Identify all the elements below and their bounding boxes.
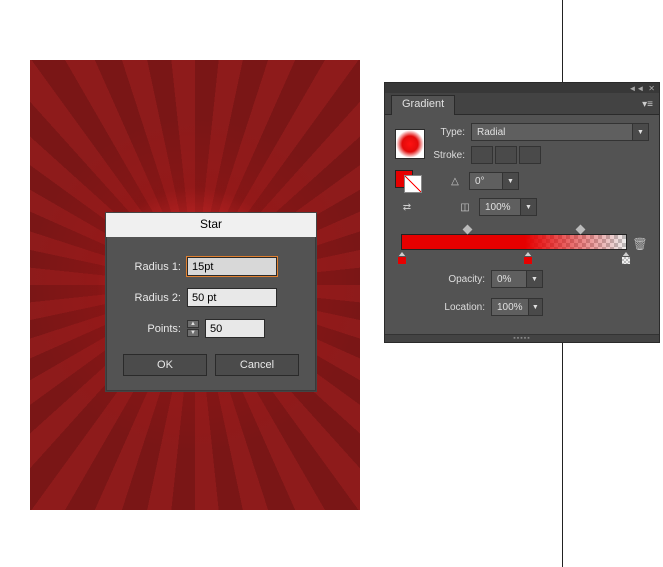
panel-body: Type: Radial ▼ Stroke:	[385, 115, 659, 334]
stroke-label: Stroke:	[431, 150, 465, 161]
stroke-along-button[interactable]	[495, 146, 517, 164]
resize-grip[interactable]: ▪▪▪▪▪	[385, 334, 659, 342]
gradient-panel: ◄◄ ✕ Gradient ▾≡ Type: Radial ▼ Stroke:	[384, 82, 660, 343]
radius2-label: Radius 2:	[123, 292, 181, 304]
location-value: 100%	[492, 302, 528, 313]
angle-value: 0°	[470, 176, 502, 187]
gradient-bar[interactable]	[401, 234, 627, 250]
stop-fields: Opacity: 0% ▼ Location: 100% ▼	[395, 270, 649, 322]
panel-control-strip: ◄◄ ✕	[385, 83, 659, 93]
opacity-value: 0%	[492, 274, 526, 285]
dialog-buttons: OK Cancel	[123, 354, 299, 376]
aspect-dropdown[interactable]: 100% ▼	[479, 198, 537, 216]
ok-button[interactable]: OK	[123, 354, 207, 376]
midpoint-diamond[interactable]	[463, 225, 473, 235]
points-row: Points: ▲ ▼	[123, 319, 299, 338]
gradient-stops	[401, 252, 627, 264]
color-stop[interactable]	[523, 252, 533, 264]
opacity-dropdown[interactable]: 0% ▼	[491, 270, 543, 288]
chevron-down-icon[interactable]: ▼	[632, 124, 648, 140]
radius2-row: Radius 2:	[123, 288, 299, 307]
fill-stroke-swatch[interactable]	[395, 170, 421, 192]
type-row: Type: Radial ▼ Stroke:	[395, 123, 649, 164]
color-stop[interactable]	[397, 252, 407, 264]
radius2-input[interactable]	[187, 288, 277, 307]
panel-tabbar: Gradient ▾≡	[385, 93, 659, 115]
location-dropdown[interactable]: 100% ▼	[491, 298, 543, 316]
gradient-slider[interactable]: 🗑	[395, 224, 649, 264]
angle-icon: △	[447, 173, 463, 189]
chevron-down-icon[interactable]: ▼	[526, 271, 542, 287]
artboard: Star Radius 1: Radius 2: Points: ▲ ▼ OK	[30, 60, 360, 510]
type-label: Type:	[431, 127, 465, 138]
points-input[interactable]	[205, 319, 265, 338]
stepper-down-icon[interactable]: ▼	[187, 329, 199, 337]
color-stop[interactable]	[621, 252, 631, 264]
reverse-icon[interactable]: ⇄	[399, 199, 415, 215]
stroke-across-button[interactable]	[519, 146, 541, 164]
stroke-within-button[interactable]	[471, 146, 493, 164]
dialog-title: Star	[106, 213, 316, 237]
gradient-midpoints	[401, 226, 627, 234]
collapse-icon[interactable]: ◄◄	[628, 84, 644, 93]
stroke-buttons	[471, 146, 541, 164]
location-label: Location:	[435, 302, 485, 313]
star-dialog: Star Radius 1: Radius 2: Points: ▲ ▼ OK	[106, 213, 316, 391]
trash-icon[interactable]: 🗑	[633, 236, 647, 252]
dialog-body: Radius 1: Radius 2: Points: ▲ ▼ OK Cance…	[106, 237, 316, 391]
stepper-up-icon[interactable]: ▲	[187, 320, 199, 328]
aspect-value: 100%	[480, 202, 520, 213]
gradient-tab[interactable]: Gradient	[391, 95, 455, 115]
type-value: Radial	[472, 127, 632, 138]
angle-row: △ 0° ▼	[395, 170, 649, 192]
panel-menu-icon[interactable]: ▾≡	[642, 99, 653, 114]
close-icon[interactable]: ✕	[648, 84, 655, 93]
aspect-row: ⇄ ◫ 100% ▼	[395, 198, 649, 216]
stroke-none-swatch[interactable]	[404, 175, 422, 193]
radius1-row: Radius 1:	[123, 257, 299, 276]
swatch-column	[395, 129, 425, 159]
type-dropdown[interactable]: Radial ▼	[471, 123, 649, 141]
chevron-down-icon[interactable]: ▼	[528, 299, 542, 315]
points-label: Points:	[123, 323, 181, 335]
aspect-icon: ◫	[457, 199, 473, 215]
points-stepper[interactable]: ▲ ▼	[187, 320, 199, 337]
radius1-label: Radius 1:	[123, 261, 181, 273]
cancel-button[interactable]: Cancel	[215, 354, 299, 376]
chevron-down-icon[interactable]: ▼	[502, 173, 518, 189]
angle-dropdown[interactable]: 0° ▼	[469, 172, 519, 190]
gradient-preview-swatch[interactable]	[395, 129, 425, 159]
radius1-input[interactable]	[187, 257, 277, 276]
chevron-down-icon[interactable]: ▼	[520, 199, 536, 215]
midpoint-diamond[interactable]	[576, 225, 586, 235]
opacity-label: Opacity:	[435, 274, 485, 285]
